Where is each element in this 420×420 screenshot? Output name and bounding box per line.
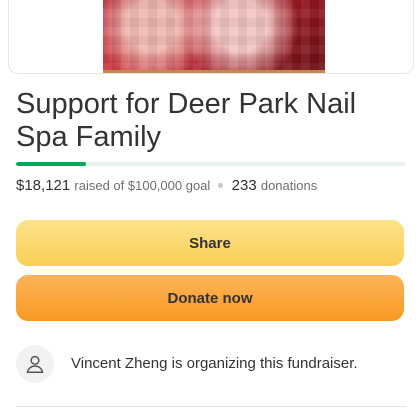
separator-dot <box>218 182 224 188</box>
photo-frame-edge <box>103 70 325 73</box>
progress-bar-fill <box>16 162 87 166</box>
share-button[interactable]: Share <box>16 220 404 266</box>
organizer-row[interactable]: Vincent Zheng is organizing this fundrai… <box>16 345 406 383</box>
raised-amount: $18,121 <box>16 177 71 194</box>
campaign-photo-card[interactable] <box>8 0 414 74</box>
donations-label: donations <box>260 178 318 193</box>
donations-count: 233 <box>231 177 257 194</box>
progress-bar <box>16 162 405 166</box>
campaign-photo <box>103 0 325 72</box>
campaign-title: Support for Deer Park Nail Spa Family <box>16 88 357 153</box>
donation-stats: $18,121 raised of $100,000 goal 233 dona… <box>16 177 317 194</box>
user-icon <box>26 355 44 373</box>
organizer-text: Vincent Zheng is organizing this fundrai… <box>71 355 358 372</box>
organizer-avatar <box>16 345 54 383</box>
section-divider <box>16 406 406 407</box>
donate-now-button[interactable]: Donate now <box>16 275 404 321</box>
raised-goal-text: raised of $100,000 goal <box>74 178 211 193</box>
